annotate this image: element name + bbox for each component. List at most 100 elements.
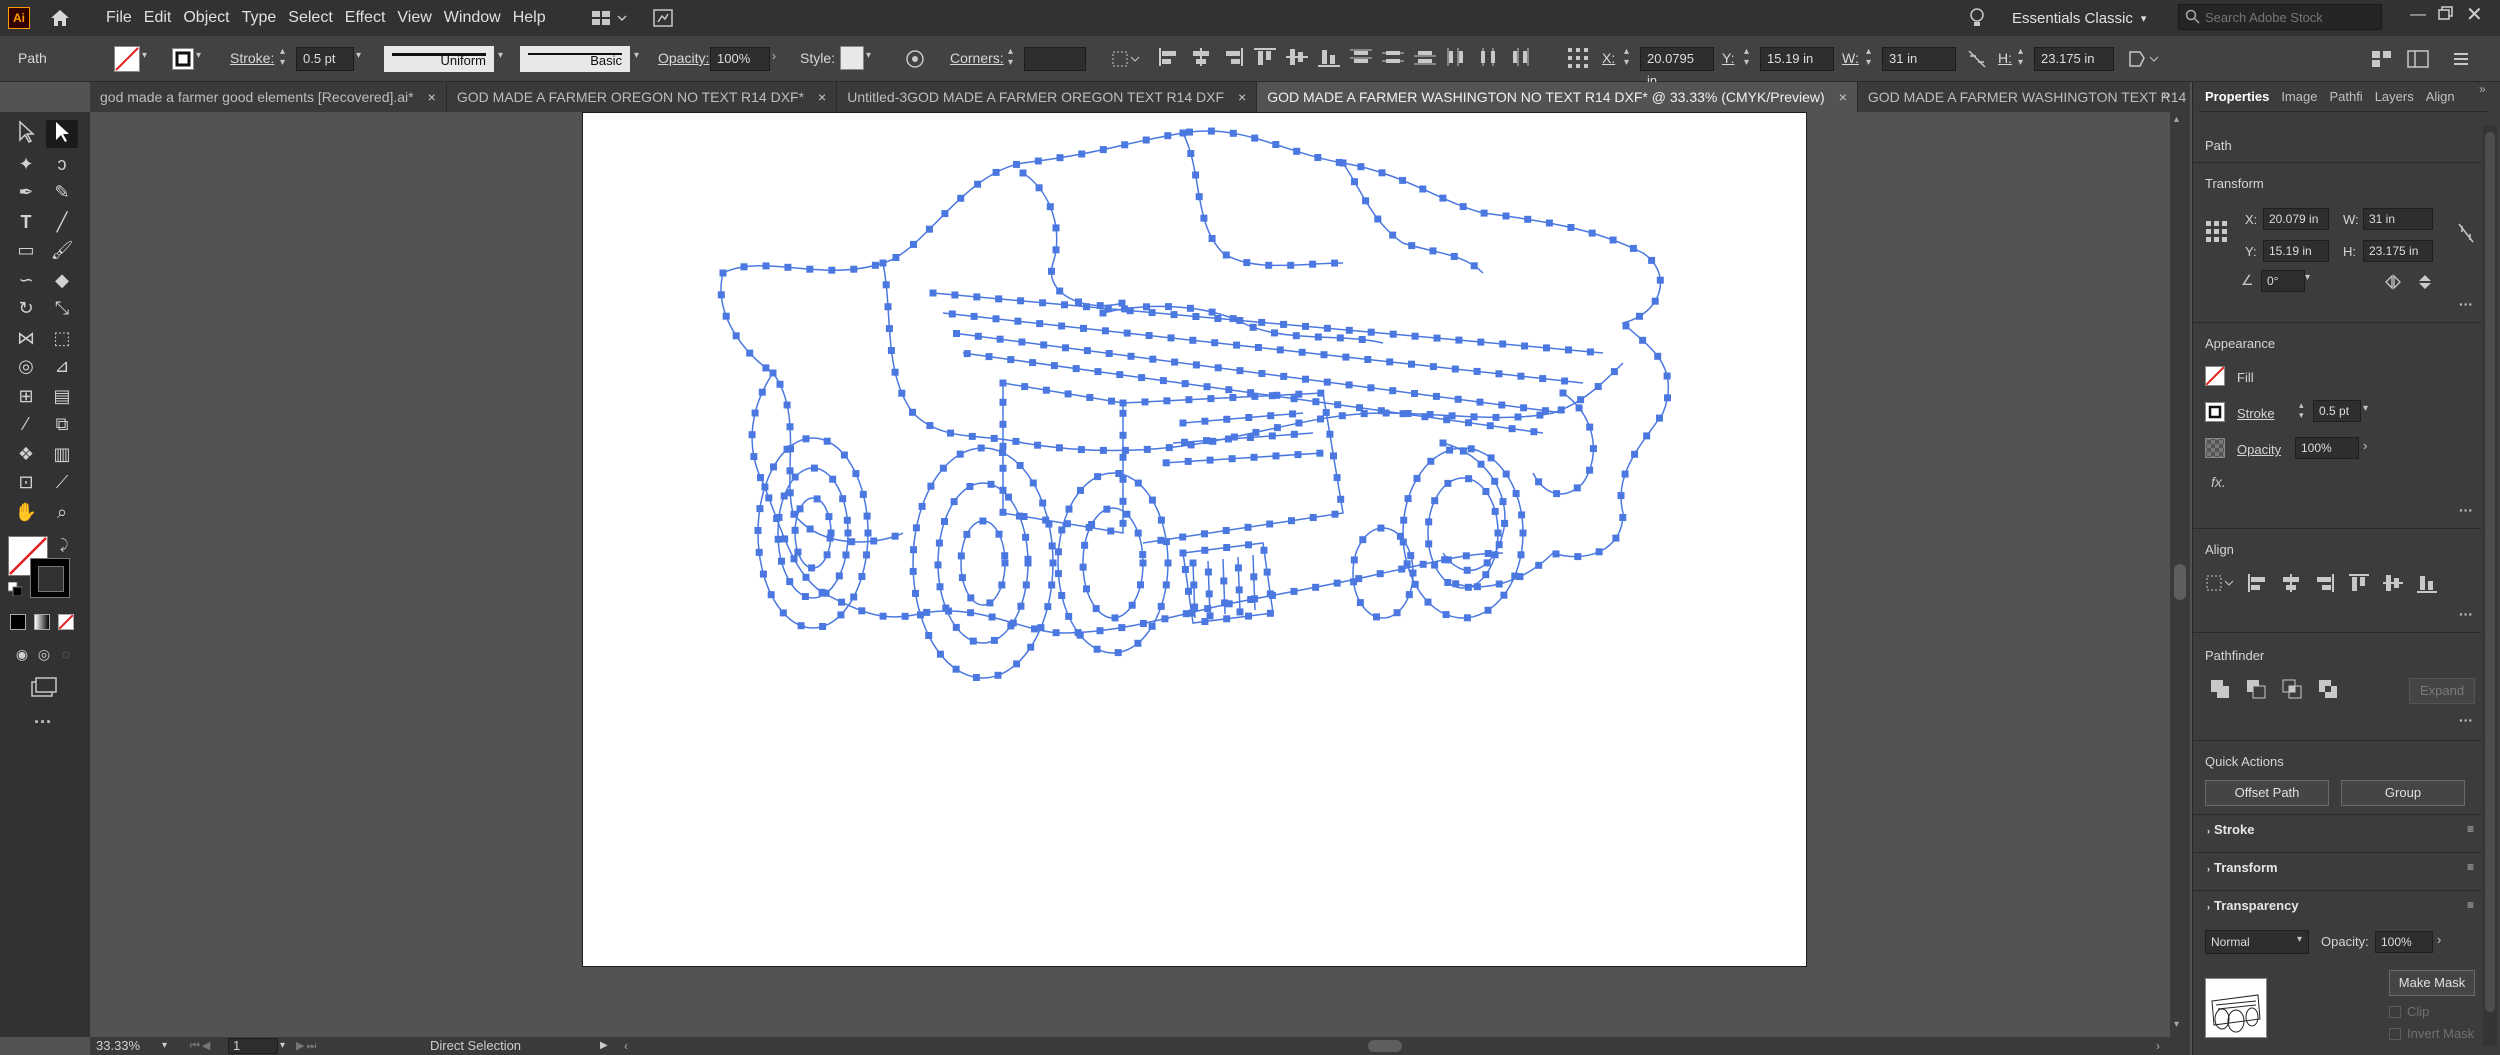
anchor-point[interactable] xyxy=(1208,235,1216,242)
anchor-point[interactable] xyxy=(1245,541,1252,549)
anchor-point[interactable] xyxy=(1096,627,1104,635)
anchor-point[interactable] xyxy=(935,539,943,547)
anchor-point[interactable] xyxy=(1373,613,1380,621)
anchor-point[interactable] xyxy=(870,537,878,545)
anchor-point[interactable] xyxy=(966,483,974,490)
transform-h-input[interactable]: 23.175 in xyxy=(2363,240,2433,262)
anchor-point[interactable] xyxy=(1163,397,1171,405)
anchor-point[interactable] xyxy=(1223,544,1231,551)
brush-definition[interactable]: Basic xyxy=(520,46,630,72)
artboard-number-input[interactable]: 1 xyxy=(228,1038,278,1054)
anchor-point[interactable] xyxy=(1162,459,1170,467)
anchor-point[interactable] xyxy=(1314,333,1322,341)
anchor-point[interactable] xyxy=(1034,157,1042,165)
anchor-point[interactable] xyxy=(1164,559,1172,567)
anchor-point[interactable] xyxy=(1467,445,1475,453)
line-tool-icon[interactable]: ╱ xyxy=(46,208,78,236)
anchor-point[interactable] xyxy=(879,612,887,620)
anchor-point[interactable] xyxy=(796,505,804,513)
anchor-point[interactable] xyxy=(1574,553,1582,561)
anchor-point[interactable] xyxy=(1367,328,1375,336)
anchor-point[interactable] xyxy=(967,594,975,602)
magic-wand-icon[interactable]: ✦ xyxy=(10,150,42,178)
anchor-point[interactable] xyxy=(1399,176,1407,184)
anchor-point[interactable] xyxy=(1323,324,1331,332)
align-right-icon[interactable] xyxy=(1220,46,1246,73)
anchor-point[interactable] xyxy=(1143,303,1150,311)
anchor-point[interactable] xyxy=(770,463,777,471)
arrange-documents-icon[interactable] xyxy=(590,8,630,28)
anchor-point[interactable] xyxy=(1192,361,1200,369)
menu-type[interactable]: Type xyxy=(236,0,283,36)
anchor-point[interactable] xyxy=(1123,510,1131,518)
anchor-point[interactable] xyxy=(1609,236,1617,244)
close-icon[interactable]: × xyxy=(818,89,826,105)
artboard-chevron-icon[interactable]: ▾ xyxy=(280,1037,285,1055)
anchor-point[interactable] xyxy=(1039,299,1047,307)
anchor-point[interactable] xyxy=(740,263,748,271)
paintbrush-tool-icon[interactable]: 🖌 xyxy=(46,236,78,264)
menu-effect[interactable]: Effect xyxy=(339,0,392,36)
x-stepper-icon[interactable]: ▴ ▾ xyxy=(1624,46,1629,68)
anchor-point[interactable] xyxy=(1076,631,1084,639)
invert-mask-checkbox[interactable] xyxy=(2389,1028,2401,1040)
anchor-point[interactable] xyxy=(1081,541,1089,549)
anchor-point[interactable] xyxy=(1250,453,1258,461)
scroll-down-icon[interactable]: ▾ xyxy=(2174,1019,2179,1030)
pen-tool-icon[interactable]: ✒ xyxy=(10,178,42,206)
anchor-point[interactable] xyxy=(995,530,1003,538)
anchor-point[interactable] xyxy=(848,538,856,546)
anchor-point[interactable] xyxy=(756,505,764,513)
anchor-point[interactable] xyxy=(863,512,871,520)
anchor-point[interactable] xyxy=(1077,486,1084,494)
anchor-point[interactable] xyxy=(1083,347,1091,355)
anchor-point[interactable] xyxy=(783,401,791,409)
transform-panel-menu-icon[interactable]: ≡ xyxy=(2467,860,2474,874)
align-vcenter-icon[interactable] xyxy=(1284,46,1310,73)
anchor-point[interactable] xyxy=(1565,346,1572,354)
tab-document-3[interactable]: Untitled-3GOD MADE A FARMER OREGON TEXT … xyxy=(837,82,1258,112)
anchor-point[interactable] xyxy=(769,369,777,377)
rotate-tool-icon[interactable]: ↻ xyxy=(10,294,42,322)
rectangle-tool-icon[interactable]: ▭ xyxy=(10,236,42,264)
align-top-icon[interactable] xyxy=(1252,46,1278,73)
anchor-point[interactable] xyxy=(1119,409,1127,417)
anchor-point[interactable] xyxy=(1539,375,1547,383)
anchor-point[interactable] xyxy=(1512,490,1520,497)
anchor-point[interactable] xyxy=(1179,129,1187,137)
anchor-point[interactable] xyxy=(786,423,794,431)
anchor-point[interactable] xyxy=(1656,414,1663,422)
anchor-point[interactable] xyxy=(790,555,798,563)
anchor-point[interactable] xyxy=(1356,404,1363,412)
anchor-point[interactable] xyxy=(1064,390,1072,398)
anchor-point[interactable] xyxy=(1483,559,1491,567)
anchor-point[interactable] xyxy=(1115,470,1123,477)
stroke-label[interactable]: Stroke xyxy=(2237,406,2275,421)
anchor-point[interactable] xyxy=(925,225,933,233)
anchor-point[interactable] xyxy=(823,551,831,559)
anchor-point[interactable] xyxy=(999,420,1007,428)
color-mode-icon[interactable] xyxy=(10,614,26,630)
y-stepper-icon[interactable]: ▴ ▾ xyxy=(1744,46,1749,68)
anchor-point[interactable] xyxy=(783,445,791,453)
fill-swatch[interactable] xyxy=(114,46,140,72)
anchor-point[interactable] xyxy=(1524,215,1532,223)
anchor-point[interactable] xyxy=(1052,224,1060,232)
anchor-point[interactable] xyxy=(985,353,993,361)
anchor-point[interactable] xyxy=(992,168,1000,176)
anchor-point[interactable] xyxy=(910,546,917,554)
anchor-point[interactable] xyxy=(1289,410,1297,418)
anchor-point[interactable] xyxy=(1521,342,1529,350)
anchor-point[interactable] xyxy=(1024,555,1032,563)
anchor-point[interactable] xyxy=(1495,541,1503,549)
artboard[interactable] xyxy=(582,112,1807,967)
anchor-point[interactable] xyxy=(1589,445,1597,453)
distribute-right-icon[interactable] xyxy=(1508,46,1534,73)
anchor-point[interactable] xyxy=(979,517,987,525)
anchor-point[interactable] xyxy=(942,604,950,612)
anchor-point[interactable] xyxy=(1266,590,1274,598)
anchor-point[interactable] xyxy=(1245,612,1252,620)
anchor-point[interactable] xyxy=(1052,246,1060,254)
anchor-point[interactable] xyxy=(1312,398,1320,406)
align-hcenter-icon[interactable] xyxy=(1188,46,1214,73)
